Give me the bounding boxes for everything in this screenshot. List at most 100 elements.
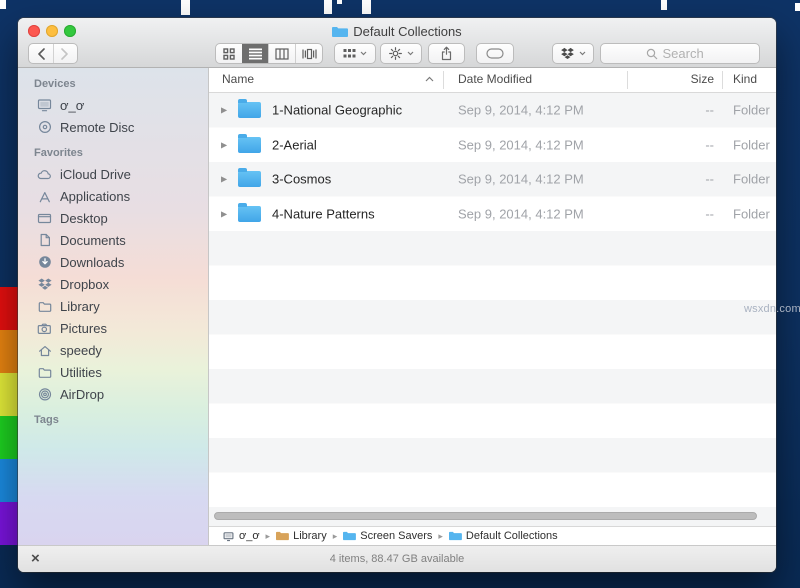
sidebar-item-label: Utilities bbox=[60, 365, 102, 380]
close-icon[interactable]: × bbox=[31, 550, 40, 568]
sidebar-item-label: Pictures bbox=[60, 321, 107, 336]
list-view-button[interactable] bbox=[242, 44, 268, 63]
disclosure-triangle-icon[interactable]: ▶ bbox=[221, 209, 227, 218]
sidebar-item-speedy[interactable]: speedy bbox=[18, 339, 208, 361]
arrange-icon bbox=[343, 48, 356, 59]
sidebar-section-title-favorites: Favorites bbox=[18, 147, 208, 160]
file-date-modified: Sep 9, 2014, 4:12 PM bbox=[458, 206, 584, 221]
finder-window: Default Collections bbox=[18, 18, 776, 572]
arrange-button[interactable] bbox=[334, 43, 376, 64]
path-item-library[interactable]: Library bbox=[276, 530, 327, 542]
path-item-label: Library bbox=[293, 530, 327, 542]
file-size: -- bbox=[627, 103, 714, 118]
disclosure-triangle-icon[interactable]: ▶ bbox=[221, 175, 227, 184]
forward-button[interactable] bbox=[53, 44, 78, 63]
window-title: Default Collections bbox=[18, 23, 776, 39]
desktop-artifact bbox=[337, 0, 342, 4]
path-item-screen-savers[interactable]: Screen Savers bbox=[343, 530, 432, 542]
path-separator-icon: ▸ bbox=[333, 531, 338, 542]
back-button[interactable] bbox=[29, 44, 53, 63]
downloads-icon bbox=[36, 254, 53, 270]
window-chrome: Default Collections bbox=[18, 18, 776, 68]
file-name: 4-Nature Patterns bbox=[272, 206, 375, 221]
sidebar-item-airdrop[interactable]: AirDrop bbox=[18, 383, 208, 405]
applications-icon bbox=[36, 188, 53, 204]
sidebar-item-utilities[interactable]: Utilities bbox=[18, 361, 208, 383]
file-kind: Folder bbox=[733, 137, 770, 152]
share-button[interactable] bbox=[428, 43, 465, 64]
disclosure-triangle-icon[interactable]: ▶ bbox=[221, 106, 227, 115]
window-title-text: Default Collections bbox=[353, 24, 461, 39]
watermark: wsxdn.com bbox=[744, 303, 800, 315]
coverflow-view-button[interactable] bbox=[295, 44, 322, 63]
view-mode-control bbox=[215, 43, 323, 64]
sidebar-item-dropbox[interactable]: Dropbox bbox=[18, 273, 208, 295]
sidebar-item-library[interactable]: Library bbox=[18, 295, 208, 317]
action-button[interactable] bbox=[380, 43, 422, 64]
list-column-headers: Name Date Modified Size Kind bbox=[209, 68, 776, 93]
column-header-name[interactable]: Name bbox=[222, 72, 254, 86]
sidebar-item-label: iCloud Drive bbox=[60, 167, 131, 182]
disclosure-triangle-icon[interactable]: ▶ bbox=[221, 140, 227, 149]
sidebar-item-downloads[interactable]: Downloads bbox=[18, 251, 208, 273]
search-input[interactable] bbox=[600, 43, 760, 64]
desktop-artifact bbox=[324, 0, 332, 14]
sidebar-section-title-tags: Tags bbox=[18, 414, 208, 427]
disc-icon bbox=[36, 119, 53, 135]
sidebar-item-pictures[interactable]: Pictures bbox=[18, 317, 208, 339]
dropbox-button[interactable] bbox=[552, 43, 594, 64]
path-bar: ơ_ơ▸Library▸Screen Savers▸Default Collec… bbox=[209, 526, 776, 545]
file-name: 2-Aerial bbox=[272, 137, 317, 152]
pictures-icon bbox=[36, 320, 53, 336]
sidebar-item-remote-disc[interactable]: Remote Disc bbox=[18, 116, 208, 138]
sidebar-item-label: Dropbox bbox=[60, 277, 109, 292]
desktop-stripe bbox=[0, 416, 18, 459]
column-header-kind[interactable]: Kind bbox=[733, 72, 757, 86]
file-kind: Folder bbox=[733, 172, 770, 187]
sidebar-item-desktop[interactable]: Desktop bbox=[18, 207, 208, 229]
file-kind: Folder bbox=[733, 103, 770, 118]
search-field[interactable] bbox=[663, 46, 715, 61]
documents-icon bbox=[36, 232, 53, 248]
path-item-label: ơ_ơ bbox=[239, 530, 260, 542]
path-item-default-collections[interactable]: Default Collections bbox=[449, 530, 558, 542]
file-kind: Folder bbox=[733, 206, 770, 221]
tag-icon bbox=[486, 48, 504, 59]
table-row[interactable]: ▶4-Nature PatternsSep 9, 2014, 4:12 PM--… bbox=[209, 197, 776, 232]
sidebar-item-label: Library bbox=[60, 299, 100, 314]
sidebar-item-applications[interactable]: Applications bbox=[18, 185, 208, 207]
home-icon bbox=[36, 342, 53, 358]
status-text: 4 items, 88.47 GB available bbox=[330, 553, 465, 565]
desktop-stripe bbox=[0, 287, 18, 330]
file-name: 1-National Geographic bbox=[272, 103, 402, 118]
scrollbar-thumb[interactable] bbox=[214, 512, 757, 520]
sidebar-item-item[interactable]: ơ_ơ bbox=[18, 94, 208, 116]
tag-button[interactable] bbox=[476, 43, 514, 64]
table-row[interactable]: ▶1-National GeographicSep 9, 2014, 4:12 … bbox=[209, 93, 776, 128]
gear-icon bbox=[388, 46, 403, 61]
column-view-button[interactable] bbox=[268, 44, 295, 63]
airdrop-icon bbox=[36, 386, 53, 402]
chevron-down-icon bbox=[579, 51, 586, 56]
sidebar-item-icloud-drive[interactable]: iCloud Drive bbox=[18, 163, 208, 185]
column-header-date-modified[interactable]: Date Modified bbox=[458, 72, 532, 86]
table-row[interactable]: ▶3-CosmosSep 9, 2014, 4:12 PM--Folder bbox=[209, 162, 776, 197]
path-item-label: Default Collections bbox=[466, 530, 558, 542]
sidebar-item-documents[interactable]: Documents bbox=[18, 229, 208, 251]
sidebar-item-label: Remote Disc bbox=[60, 120, 134, 135]
path-item-item[interactable]: ơ_ơ bbox=[222, 530, 260, 542]
dropbox-icon bbox=[560, 47, 575, 61]
column-header-size[interactable]: Size bbox=[627, 72, 714, 86]
sidebar-item-label: AirDrop bbox=[60, 387, 104, 402]
icon-view-button[interactable] bbox=[216, 44, 242, 63]
path-separator-icon: ▸ bbox=[438, 531, 443, 542]
column-divider[interactable] bbox=[722, 71, 723, 89]
search-icon bbox=[646, 48, 658, 60]
computer-icon bbox=[222, 531, 235, 542]
column-divider[interactable] bbox=[443, 71, 444, 89]
path-item-label: Screen Savers bbox=[360, 530, 432, 542]
sidebar: Devicesơ_ơRemote DiscFavoritesiCloud Dri… bbox=[18, 68, 209, 545]
file-list: ▶ 1-National Geographic Sep 9, 2014, 4:12 … bbox=[209, 93, 776, 526]
folder-icon bbox=[238, 137, 261, 153]
table-row[interactable]: ▶2-AerialSep 9, 2014, 4:12 PM--Folder bbox=[209, 128, 776, 163]
